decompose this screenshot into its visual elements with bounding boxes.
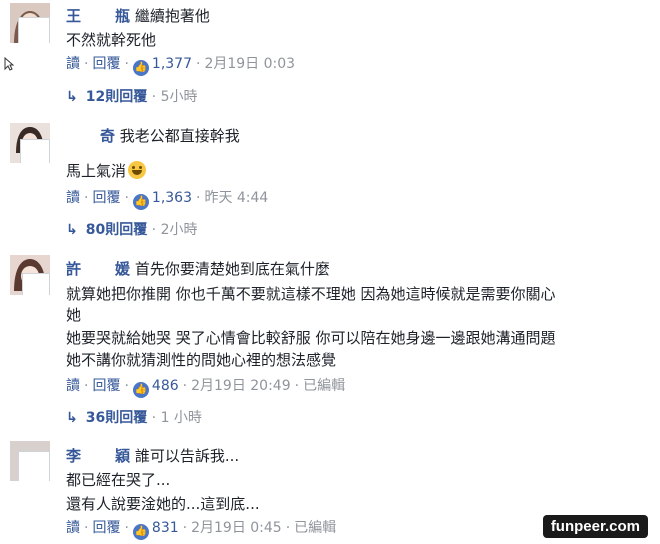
like-link[interactable]: 讀 bbox=[66, 378, 80, 394]
comment-text-line-with-emoji: 馬上氣消 bbox=[66, 161, 147, 181]
name-redaction bbox=[83, 447, 114, 466]
thumbs-up-icon: 👍 bbox=[132, 194, 149, 210]
reply-count[interactable]: 12則回覆 bbox=[86, 89, 147, 105]
comment-text-line: 她要哭就給她哭 哭了心情會比較舒服 你可以陪在她身邊一邊跟她溝通問題 bbox=[66, 329, 556, 347]
comment-text-line: 不然就幹死他 bbox=[66, 31, 157, 49]
like-link[interactable]: 讀 bbox=[66, 520, 80, 536]
comment-header: 許媛 首先你要清楚她到底在氣什麼 bbox=[66, 259, 330, 279]
comment-text-line: 首先你要清楚她到底在氣什麼 bbox=[134, 260, 330, 278]
comment-header: 奇 我老公都直接幹我 bbox=[66, 126, 240, 146]
comment-text-line: 就算她把你推開 你也千萬不要就這樣不理她 因為她這時候就是需要你關心 bbox=[66, 285, 556, 303]
reply-arrow-icon: ↳ bbox=[66, 410, 78, 426]
comment-actions: 讀 · 回覆 · 👍 1,363 · 昨天 4:44 bbox=[66, 189, 268, 210]
reply-time: 2小時 bbox=[160, 222, 198, 238]
like-link[interactable]: 讀 bbox=[66, 56, 80, 72]
comment-actions: 讀 · 回覆 · 👍 1,377 · 2月19日 0:03 bbox=[66, 55, 295, 76]
avatar[interactable] bbox=[10, 441, 50, 481]
edited-label[interactable]: 已編輯 bbox=[303, 378, 345, 394]
comment-actions: 讀 · 回覆 · 👍 486 · 2月19日 20:49 · 已編輯 bbox=[66, 377, 345, 398]
name-redaction bbox=[68, 127, 98, 146]
reply-arrow-icon: ↳ bbox=[66, 222, 78, 238]
comment-text-line: 她 bbox=[66, 306, 82, 324]
watermark: funpeer.com bbox=[542, 515, 648, 538]
reply-link[interactable]: 回覆 bbox=[92, 56, 120, 72]
commenter-name[interactable]: 李穎 bbox=[66, 447, 130, 466]
like-count[interactable]: 831 bbox=[152, 520, 179, 536]
name-redaction bbox=[83, 260, 114, 279]
grinning-emoji-icon bbox=[128, 161, 147, 179]
thumbs-up-icon: 👍 bbox=[132, 382, 149, 398]
thumbs-up-icon: 👍 bbox=[132, 60, 149, 76]
view-replies[interactable]: ↳ 12則回覆 · 5小時 bbox=[66, 88, 198, 106]
timestamp[interactable]: 昨天 4:44 bbox=[204, 190, 268, 206]
view-replies[interactable]: ↳ 80則回覆 · 2小時 bbox=[66, 221, 198, 239]
reply-count[interactable]: 80則回覆 bbox=[86, 222, 147, 238]
comment-text-line: 都已經在哭了... bbox=[66, 471, 171, 489]
reply-link[interactable]: 回覆 bbox=[92, 378, 120, 394]
comment-text-line: 馬上氣消 bbox=[66, 162, 127, 180]
comment-text-line: 她不講你就猜測性的問她心裡的想法感覺 bbox=[66, 351, 337, 369]
commenter-name[interactable]: 王瓶 bbox=[66, 7, 130, 26]
view-replies[interactable]: ↳ 36則回覆 · 1 小時 bbox=[66, 409, 202, 427]
comment-text-line: 繼續抱著他 bbox=[134, 7, 210, 25]
timestamp[interactable]: 2月19日 20:49 bbox=[191, 378, 291, 394]
timestamp[interactable]: 2月19日 0:03 bbox=[204, 56, 295, 72]
avatar-redaction bbox=[18, 17, 50, 43]
commenter-name[interactable]: 許媛 bbox=[66, 260, 130, 279]
avatar[interactable] bbox=[10, 3, 50, 43]
edited-label[interactable]: 已編輯 bbox=[294, 520, 336, 536]
reply-link[interactable]: 回覆 bbox=[92, 520, 120, 536]
like-link[interactable]: 讀 bbox=[66, 190, 80, 206]
comment-header: 李穎 誰可以告訴我... bbox=[66, 446, 239, 466]
avatar[interactable] bbox=[10, 255, 50, 295]
reply-time: 5小時 bbox=[160, 89, 198, 105]
reply-arrow-icon: ↳ bbox=[66, 89, 78, 105]
avatar-redaction bbox=[20, 139, 50, 163]
reply-count[interactable]: 36則回覆 bbox=[86, 410, 147, 426]
comment-header: 王瓶 繼續抱著他 bbox=[66, 6, 210, 26]
comment-text-line: 我老公都直接幹我 bbox=[119, 127, 240, 145]
commenter-name[interactable]: 奇 bbox=[66, 127, 115, 146]
mouse-cursor-icon bbox=[4, 56, 15, 75]
comment-text-line: 誰可以告訴我... bbox=[134, 447, 240, 465]
avatar-redaction bbox=[22, 273, 50, 295]
timestamp[interactable]: 2月19日 0:45 bbox=[191, 520, 282, 536]
like-count[interactable]: 1,377 bbox=[152, 56, 192, 72]
like-count[interactable]: 1,363 bbox=[152, 190, 192, 206]
avatar-redaction bbox=[18, 451, 50, 481]
reply-time: 1 小時 bbox=[160, 410, 202, 426]
like-count[interactable]: 486 bbox=[152, 378, 179, 394]
avatar[interactable] bbox=[10, 123, 50, 163]
name-redaction bbox=[83, 7, 114, 26]
reply-link[interactable]: 回覆 bbox=[92, 190, 120, 206]
comment-actions: 讀 · 回覆 · 👍 831 · 2月19日 0:45 · 已編輯 bbox=[66, 519, 336, 540]
thumbs-up-icon: 👍 bbox=[132, 524, 149, 540]
comment-text-line: 還有人說要淦她的...這到底... bbox=[66, 495, 260, 513]
